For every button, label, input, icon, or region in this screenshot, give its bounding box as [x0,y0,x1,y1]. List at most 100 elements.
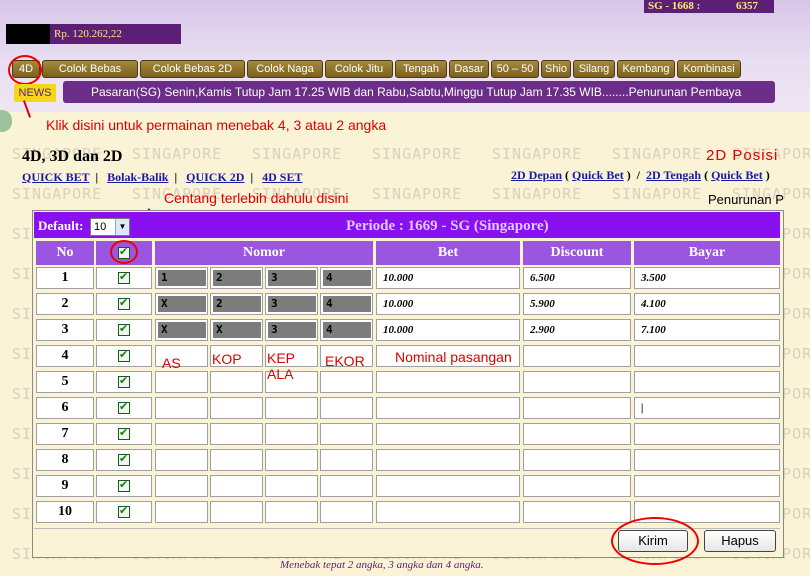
menu-colok-bebas[interactable]: Colok Bebas [42,60,138,78]
row-checkbox[interactable] [118,374,130,388]
link-quick-2d[interactable]: QUICK 2D [186,170,244,184]
link-bolak-balik[interactable]: Bolak-Balik [107,170,168,184]
link-quick-bet[interactable]: QUICK BET [22,170,89,184]
bet-input[interactable]: 10.000 [376,319,520,341]
nomor-input-3[interactable]: 3 [265,267,318,289]
nomor-input-2[interactable] [210,449,263,471]
nomor-input-1[interactable]: 1 [155,267,208,289]
label-nominal: Nominal pasangan [395,349,512,365]
nomor-input-4[interactable]: 4 [320,293,373,315]
discount-field: 5.900 [523,293,631,315]
nomor-digit: 2 [213,270,261,286]
bayar-field: 3.500 [634,267,780,289]
discount-value: 5.900 [530,298,555,310]
nomor-input-4[interactable] [320,475,373,497]
menu-colok-naga[interactable]: Colok Naga [247,60,323,78]
row-checkbox[interactable] [118,296,130,310]
bet-input[interactable] [376,371,520,393]
nomor-digit: 2 [213,296,261,312]
menu-kombinasi[interactable]: Kombinasi [677,60,741,78]
nomor-input-2[interactable]: 2 [210,267,263,289]
row-checkbox[interactable] [118,452,130,466]
link-2d-posisi[interactable]: 2D Posisi [706,147,778,164]
nomor-input-3[interactable]: 3 [265,293,318,315]
nomor-input-1[interactable]: X [155,293,208,315]
row-checkbox[interactable] [118,270,130,284]
nomor-input-3[interactable] [265,501,318,523]
nomor-input-3[interactable] [265,475,318,497]
bet-value: 10.000 [383,298,414,310]
nomor-input-2[interactable] [210,397,263,419]
nomor-input-1[interactable]: X [155,319,208,341]
menu-50-50[interactable]: 50 – 50 [491,60,539,78]
nomor-input-2[interactable] [210,371,263,393]
menu-shio[interactable]: Shio [541,60,571,78]
nomor-input-1[interactable] [155,423,208,445]
bet-input[interactable] [376,397,520,419]
nomor-input-1[interactable] [155,475,208,497]
link-4d-set[interactable]: 4D SET [262,170,302,184]
nomor-input-2[interactable] [210,475,263,497]
link-2d-depan[interactable]: 2D Depan [511,168,562,182]
menu-tengah[interactable]: Tengah [395,60,447,78]
nomor-input-2[interactable]: 2 [210,293,263,315]
bet-input[interactable]: 10.000 [376,293,520,315]
nomor-input-3[interactable] [265,397,318,419]
bayar-field [634,423,780,445]
bayar-value: 4.100 [641,298,666,310]
bet-input[interactable]: 10.000 [376,267,520,289]
link-tengah-quick-bet[interactable]: Quick Bet [711,168,763,182]
menu-silang[interactable]: Silang [573,60,615,78]
nomor-digit: 3 [268,322,316,338]
nomor-input-4[interactable]: 4 [320,319,373,341]
menu-kembang[interactable]: Kembang [617,60,675,78]
nomor-input-2[interactable]: X [210,319,263,341]
discount-field [523,371,631,393]
nomor-input-2[interactable] [210,501,263,523]
label-as: AS [162,355,181,371]
nomor-input-2[interactable] [210,423,263,445]
link-2d-tengah[interactable]: 2D Tengah [646,168,701,182]
bet-input[interactable] [376,501,520,523]
row-checkbox[interactable] [118,426,130,440]
bet-input[interactable] [376,423,520,445]
row-checkbox[interactable] [118,400,130,414]
nomor-input-1[interactable] [155,371,208,393]
bet-value: 10.000 [383,272,414,284]
menu-colok-jitu[interactable]: Colok Jitu [325,60,393,78]
link-depan-quick-bet[interactable]: Quick Bet [572,168,624,182]
nomor-input-4[interactable] [320,449,373,471]
row-checkbox[interactable] [118,348,130,362]
highlight-kirim-circle [611,517,699,565]
balance-amount: Rp. 120.262,22 [54,28,122,40]
discount-value: 6.500 [530,272,555,284]
nomor-input-1[interactable] [155,501,208,523]
nomor-input-3[interactable] [265,449,318,471]
discount-field: 2.900 [523,319,631,341]
nomor-input-4[interactable] [320,397,373,419]
nomor-input-1[interactable] [155,397,208,419]
menu-dasar[interactable]: Dasar [449,60,489,78]
nomor-input-4[interactable]: 4 [320,267,373,289]
discount-field [523,449,631,471]
sg-label: SG - 1668 : [648,0,701,12]
hapus-button[interactable]: Hapus [704,530,776,552]
nomor-input-1[interactable] [155,449,208,471]
row-checkbox[interactable] [118,322,130,336]
bet-input[interactable] [376,449,520,471]
col-discount: Discount [523,241,631,265]
bet-input[interactable] [376,475,520,497]
menu-colok-bebas-2d[interactable]: Colok Bebas 2D [140,60,245,78]
default-rows-select[interactable]: 10 ▼ [90,218,130,236]
nomor-input-3[interactable]: 3 [265,319,318,341]
watermark-text: SINGAPORE [492,145,583,163]
row-checkbox[interactable] [118,504,130,518]
nomor-input-4[interactable] [320,371,373,393]
nomor-input-3[interactable] [265,423,318,445]
nomor-input-4[interactable] [320,423,373,445]
chevron-down-icon[interactable]: ▼ [115,219,129,235]
label-kepala: KEP ALA [267,350,296,382]
row-checkbox[interactable] [118,478,130,492]
discount-value: 2.900 [530,324,555,336]
nomor-input-4[interactable] [320,501,373,523]
